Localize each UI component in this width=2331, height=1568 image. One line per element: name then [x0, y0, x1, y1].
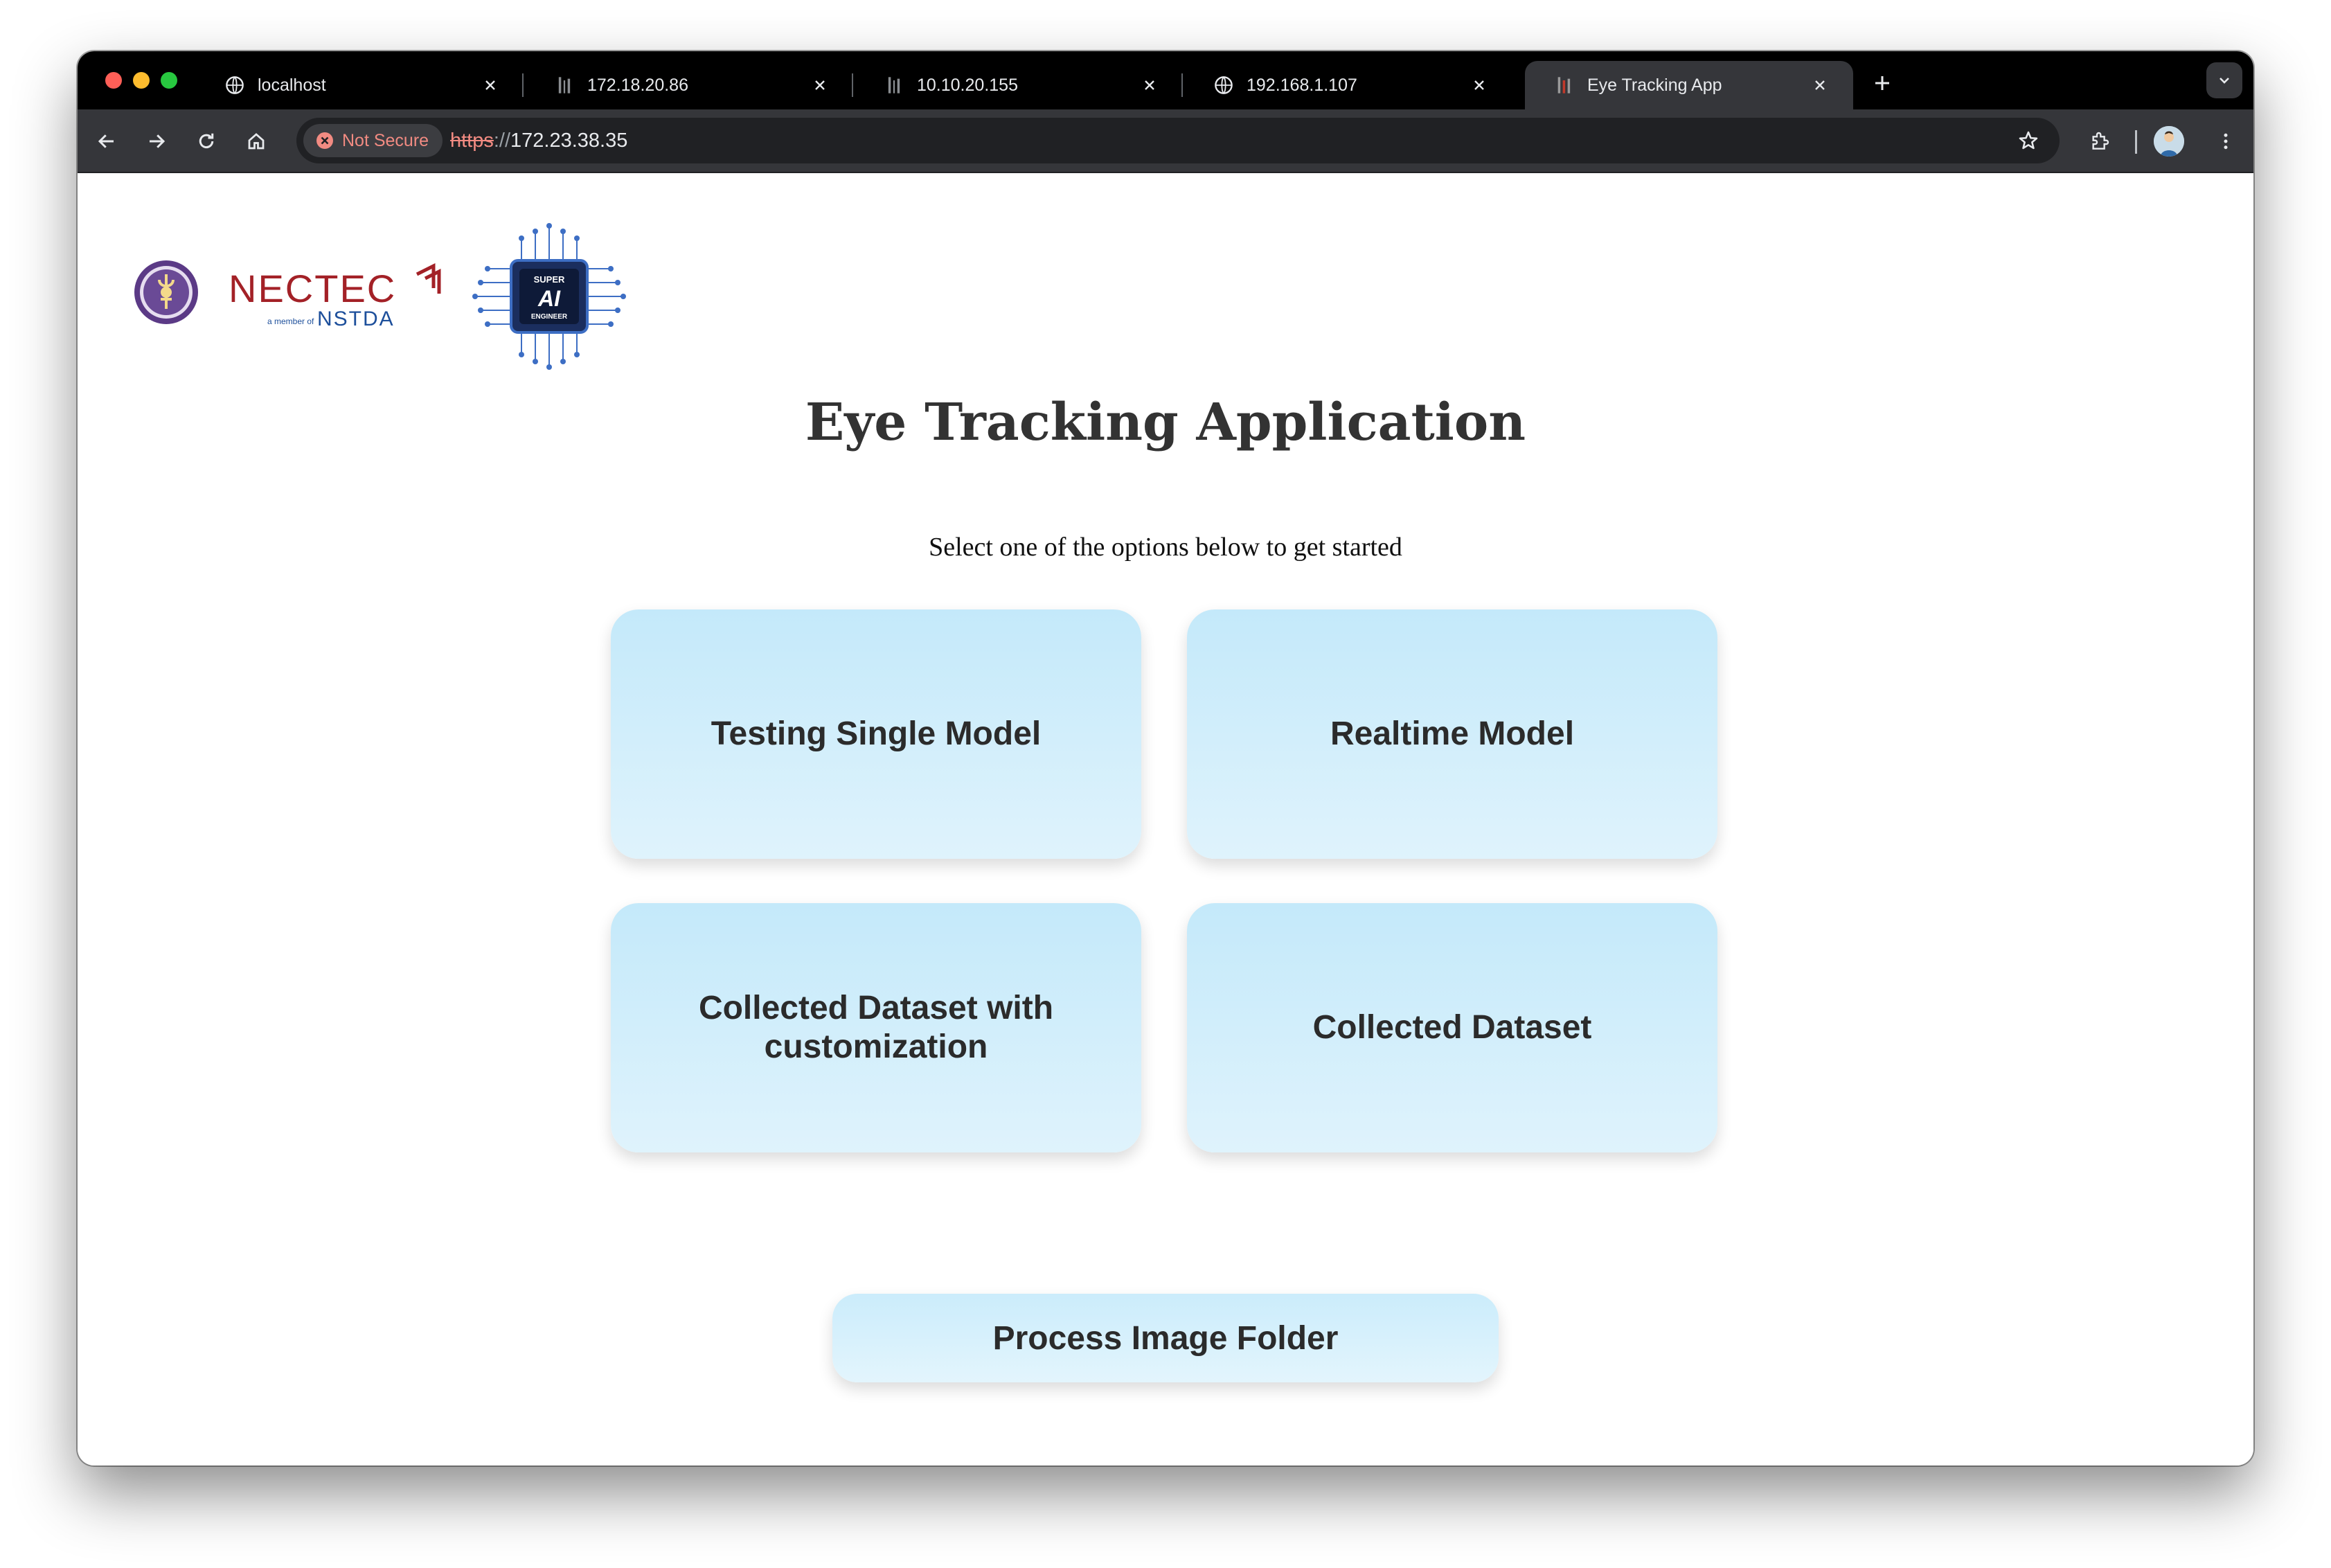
arrow-right-icon: [150, 134, 166, 148]
bookmark-star-button[interactable]: [2011, 123, 2046, 158]
globe-icon: [1213, 75, 1234, 96]
browser-menu-button[interactable]: [2208, 123, 2244, 159]
browser-toolbar: Not Secure https://172.23.38.35: [78, 109, 2253, 173]
url-separator: ://: [493, 129, 511, 152]
window-maximize-button[interactable]: [161, 72, 177, 89]
process-image-folder-button[interactable]: Process Image Folder: [832, 1294, 1499, 1382]
url-scheme: https: [450, 129, 494, 152]
warning-icon: [316, 132, 333, 149]
address-bar[interactable]: Not Secure https://172.23.38.35: [296, 118, 2060, 163]
nectec-tagline: a member of: [267, 317, 314, 326]
nstda-wordmark: NSTDA: [317, 308, 395, 330]
tab-separator: [1181, 73, 1183, 97]
tab-title: Eye Tracking App: [1587, 75, 1722, 95]
window-minimize-button[interactable]: [133, 72, 150, 89]
app-icon: [1554, 75, 1575, 96]
puzzle-icon: [2092, 132, 2109, 150]
url-host: 172.23.38.35: [510, 129, 628, 152]
close-tab-icon[interactable]: [1465, 71, 1493, 99]
tab-strip: localhost 172.18.20.86 10.10.20.155 192.…: [78, 51, 2253, 109]
reload-button[interactable]: [188, 123, 224, 159]
more-vertical-icon: [2224, 133, 2228, 150]
tab-separator: [852, 73, 853, 97]
security-indicator[interactable]: Not Secure: [303, 124, 443, 157]
profile-avatar[interactable]: [2154, 126, 2184, 157]
browser-window: localhost 172.18.20.86 10.10.20.155 192.…: [78, 51, 2253, 1465]
tab-separator: [522, 73, 524, 97]
superai-top-text: SUPER: [534, 274, 565, 285]
tab-172-18-20-86[interactable]: 172.18.20.86: [525, 61, 853, 109]
collected-dataset-customization-button[interactable]: Collected Dataset with customization: [611, 903, 1141, 1152]
tab-title: 10.10.20.155: [917, 75, 1018, 95]
extensions-button[interactable]: [2082, 123, 2118, 159]
avatar-icon: [2154, 126, 2184, 157]
tab-title: localhost: [258, 75, 326, 95]
home-button[interactable]: [238, 123, 274, 159]
star-icon: [2019, 131, 2038, 150]
tab-title: 172.18.20.86: [587, 75, 688, 95]
globe-icon: [224, 75, 245, 96]
tab-localhost[interactable]: localhost: [195, 61, 524, 109]
window-close-button[interactable]: [105, 72, 122, 89]
back-button[interactable]: [89, 123, 125, 159]
university-emblem-logo: [134, 260, 198, 324]
collected-dataset-button[interactable]: Collected Dataset: [1187, 903, 1717, 1152]
page-content: NECTEC a member of NSTDA SUPER AI ENGINE…: [78, 173, 2253, 1465]
tab-10-10-20-155[interactable]: 10.10.20.155: [855, 61, 1183, 109]
close-tab-icon[interactable]: [806, 71, 834, 99]
new-tab-button[interactable]: [1867, 68, 1897, 98]
toolbar-divider: [2135, 130, 2137, 154]
tab-title: 192.168.1.107: [1247, 75, 1357, 95]
reload-icon: [199, 133, 214, 149]
super-ai-engineer-logo: SUPER AI ENGINEER: [472, 223, 626, 370]
superai-bottom-text: ENGINEER: [531, 313, 568, 321]
security-label: Not Secure: [342, 130, 429, 150]
chevron-down-icon: [2220, 78, 2229, 84]
tab-eye-tracking-app[interactable]: Eye Tracking App: [1525, 61, 1853, 109]
arrow-left-icon: [98, 134, 114, 148]
forward-button[interactable]: [139, 123, 175, 159]
nectec-wordmark: NECTEC: [229, 267, 396, 310]
tab-192-168-1-107[interactable]: 192.168.1.107: [1184, 61, 1512, 109]
page-icon: [884, 75, 904, 96]
tab-search-button[interactable]: [2206, 62, 2242, 98]
close-tab-icon[interactable]: [1806, 71, 1834, 99]
close-tab-icon[interactable]: [476, 71, 504, 99]
realtime-model-button[interactable]: Realtime Model: [1187, 609, 1717, 859]
page-subtitle: Select one of the options below to get s…: [929, 533, 1402, 562]
testing-single-model-button[interactable]: Testing Single Model: [611, 609, 1141, 859]
page-title: Eye Tracking Application: [805, 393, 1526, 452]
home-icon: [248, 133, 265, 150]
nectec-logo: NECTEC a member of NSTDA: [229, 262, 441, 330]
page-icon: [554, 75, 575, 96]
url-text[interactable]: https://172.23.38.35: [450, 118, 627, 163]
superai-main-text: AI: [537, 286, 561, 311]
close-tab-icon[interactable]: [1136, 71, 1163, 99]
